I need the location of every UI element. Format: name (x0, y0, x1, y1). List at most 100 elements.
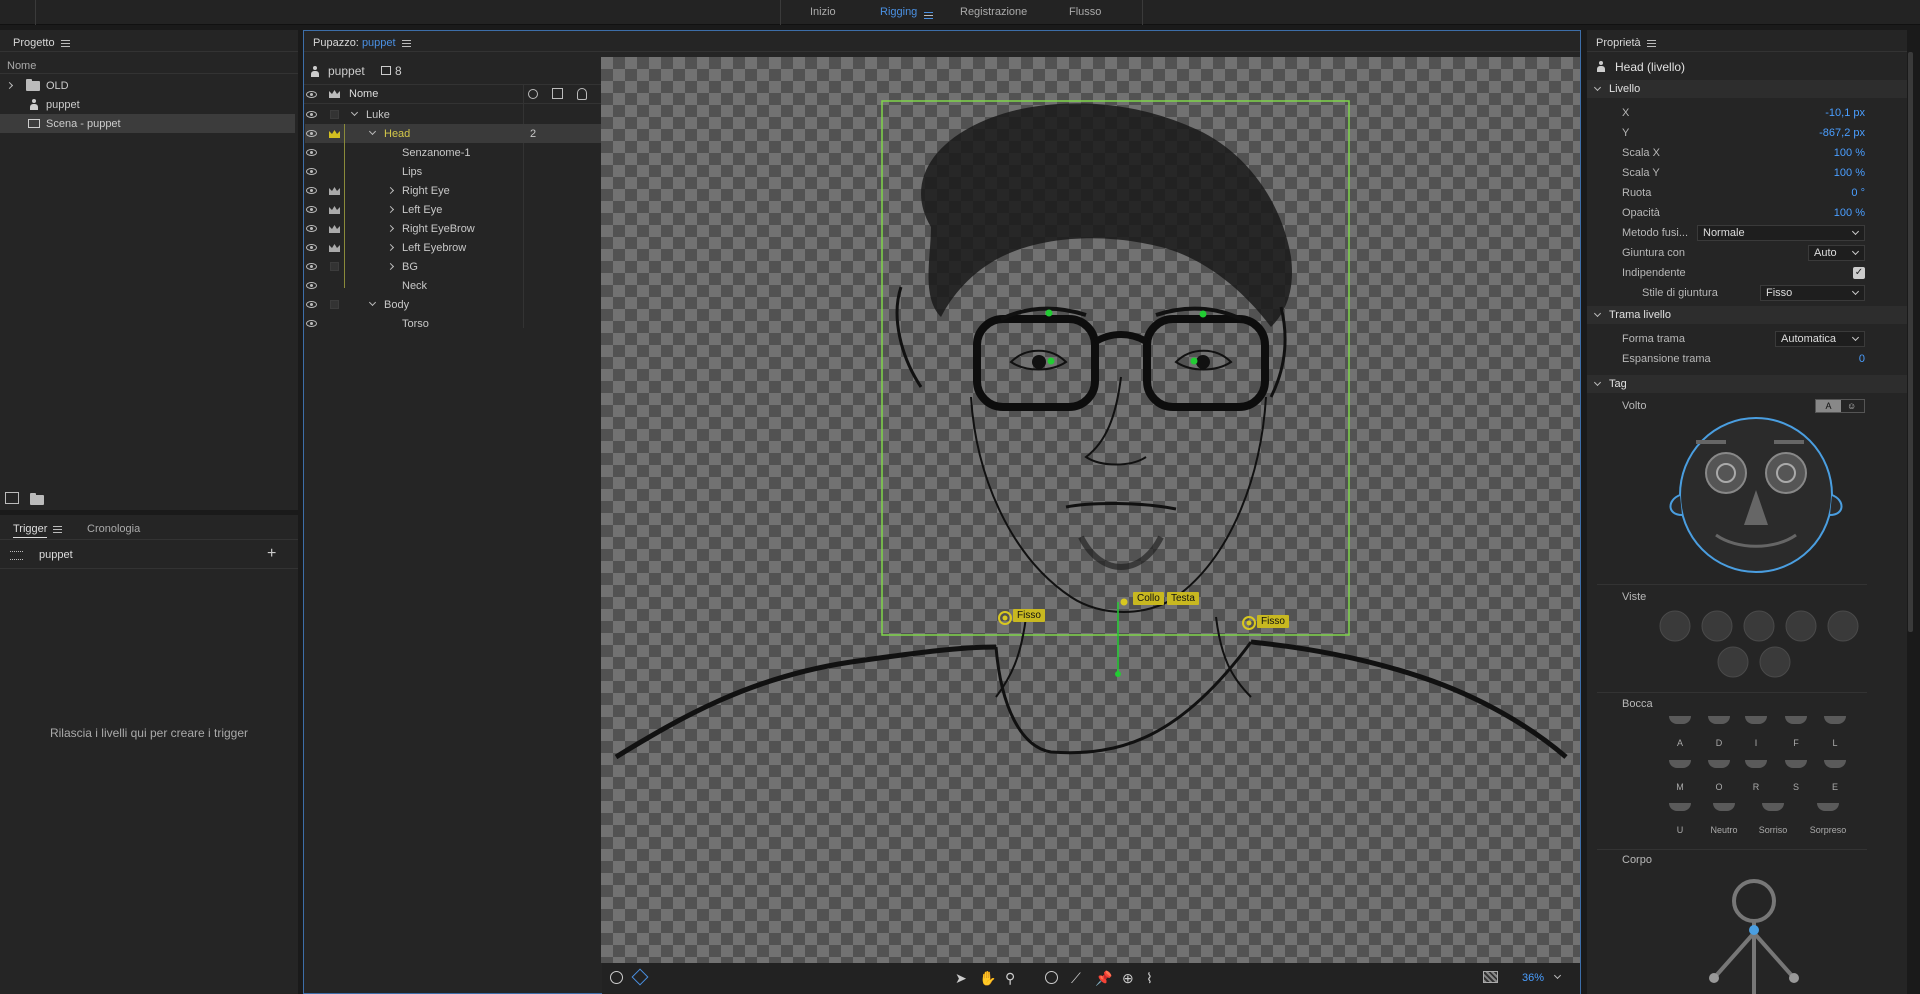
prop-value[interactable]: 100 % (1780, 147, 1865, 159)
eye-icon[interactable] (306, 111, 317, 118)
puppet-artwork[interactable] (601, 57, 1580, 963)
new-folder-icon[interactable] (30, 493, 44, 505)
scrollbar[interactable] (1908, 52, 1913, 632)
handle-label[interactable]: Fisso (1013, 609, 1045, 622)
eye-icon[interactable] (306, 301, 317, 308)
layer-row-head[interactable] (305, 124, 601, 143)
mesh-icon[interactable] (610, 971, 623, 984)
layer-row-torso[interactable] (305, 314, 601, 333)
handle-label[interactable]: Testa (1167, 592, 1199, 605)
eye-icon[interactable] (306, 225, 317, 232)
puppet-panel-title[interactable]: Pupazzo: puppet (313, 37, 411, 49)
handle-marker[interactable] (1120, 598, 1128, 606)
face-diagram[interactable] (1662, 415, 1852, 575)
rigging-menu-icon[interactable] (924, 11, 933, 19)
select-tool-icon[interactable]: ➤ (955, 970, 967, 987)
layer-row-bg[interactable] (305, 257, 601, 276)
handle-label[interactable]: Fisso (1257, 615, 1289, 628)
prop-value[interactable]: 100 % (1780, 167, 1865, 179)
layer-row-right-eye[interactable] (305, 181, 601, 200)
mesh-shape-dropdown[interactable]: Automatica (1775, 331, 1865, 347)
crown-icon[interactable] (329, 187, 340, 195)
tab-flusso[interactable]: Flusso (1069, 6, 1101, 18)
eye-icon[interactable] (306, 168, 317, 175)
handle-label[interactable]: Collo (1133, 592, 1164, 605)
zoom-level[interactable]: 36% (1522, 972, 1544, 984)
section-trama[interactable]: Trama livello (1587, 306, 1907, 324)
face-toggle-smiley-icon[interactable]: ☺ (1847, 401, 1856, 411)
project-item-scene[interactable]: Scena - puppet (0, 114, 295, 133)
layer-row-lips[interactable] (305, 162, 601, 181)
pin-dot[interactable] (1045, 309, 1053, 317)
dangle-tool-icon[interactable]: ⌇ (1146, 970, 1153, 987)
body-diagram[interactable] (1700, 875, 1810, 994)
tab-registrazione[interactable]: Registrazione (960, 6, 1027, 18)
face-toggle-a[interactable]: A (1816, 400, 1841, 412)
eye-icon[interactable] (306, 263, 317, 270)
hand-icon[interactable] (577, 88, 587, 100)
prop-value[interactable]: 100 % (1780, 207, 1865, 219)
properties-panel-title[interactable]: Proprietà (1596, 37, 1656, 49)
zoom-tool-icon[interactable]: ⚲ (1005, 970, 1015, 987)
prop-value[interactable]: -10,1 px (1780, 107, 1865, 119)
crown-icon[interactable] (329, 225, 340, 233)
project-item-puppet[interactable]: puppet (0, 95, 295, 114)
handle-tool-icon[interactable]: ⊕ (1122, 970, 1134, 987)
hand-tool-icon[interactable]: ✋ (979, 970, 996, 987)
project-menu-icon[interactable] (60, 39, 70, 47)
prop-value[interactable]: 0 ° (1780, 187, 1865, 199)
eye-icon[interactable] (306, 244, 317, 251)
layer-row-neck[interactable] (305, 276, 601, 295)
record-icon[interactable] (528, 89, 538, 99)
tag-slot[interactable] (330, 300, 339, 309)
views-thumbnails[interactable] (1655, 608, 1875, 680)
stick-tool-icon[interactable]: ⟋ (1071, 970, 1081, 987)
section-livello[interactable]: Livello (1587, 80, 1907, 98)
eye-icon[interactable] (306, 91, 317, 98)
tab-inizio[interactable]: Inizio (810, 6, 836, 18)
eye-icon[interactable] (306, 282, 317, 289)
mouth-label: L (1832, 738, 1838, 748)
eye-icon[interactable] (306, 187, 317, 194)
transparency-grid-icon[interactable] (1483, 971, 1498, 983)
tab-cronologia[interactable]: Cronologia (87, 523, 140, 535)
project-item-old[interactable]: OLD (0, 76, 295, 95)
layer-row-left-eye[interactable] (305, 200, 601, 219)
crown-icon[interactable] (329, 206, 340, 214)
layer-row-luke[interactable] (305, 105, 601, 124)
face-toggle[interactable]: A ☺ (1815, 399, 1865, 413)
camera-icon[interactable] (552, 88, 563, 99)
pin-dot[interactable] (1190, 357, 1198, 365)
eye-icon[interactable] (306, 320, 317, 327)
tag-slot[interactable] (330, 110, 339, 119)
join-style-dropdown[interactable]: Fisso (1760, 285, 1865, 301)
crown-icon[interactable] (329, 244, 340, 252)
blend-mode-dropdown[interactable]: Normale (1697, 225, 1865, 241)
mesh-expand-value[interactable]: 0 (1820, 353, 1865, 365)
trigger-menu-icon[interactable] (53, 525, 63, 533)
crown-icon (329, 90, 340, 98)
tab-rigging[interactable]: Rigging (880, 6, 917, 18)
tab-trigger[interactable]: Trigger (13, 523, 63, 535)
eye-icon[interactable] (306, 130, 317, 137)
pin-dot[interactable] (1047, 357, 1055, 365)
join-dropdown[interactable]: Auto (1808, 245, 1865, 261)
section-tag[interactable]: Tag (1587, 375, 1907, 393)
independent-checkbox[interactable]: ✓ (1853, 267, 1865, 279)
properties-menu-icon[interactable] (1646, 39, 1656, 47)
chevron-right-icon[interactable] (5, 81, 14, 90)
eye-icon[interactable] (306, 149, 317, 156)
puppet-menu-icon[interactable] (401, 39, 411, 47)
pin-dot[interactable] (1115, 671, 1121, 677)
tag-slot[interactable] (330, 262, 339, 271)
project-panel-title[interactable]: Progetto (13, 37, 70, 49)
origin-tool-icon[interactable] (1045, 971, 1058, 984)
layer-row-body[interactable] (305, 295, 601, 314)
add-trigger-icon[interactable]: + (267, 545, 276, 563)
crown-icon[interactable] (329, 130, 340, 138)
pin-tool-icon[interactable]: 📌 (1095, 970, 1112, 987)
pin-dot[interactable] (1199, 310, 1207, 318)
eye-icon[interactable] (306, 206, 317, 213)
new-scene-icon[interactable] (5, 492, 19, 504)
prop-value[interactable]: -867,2 px (1780, 127, 1865, 139)
